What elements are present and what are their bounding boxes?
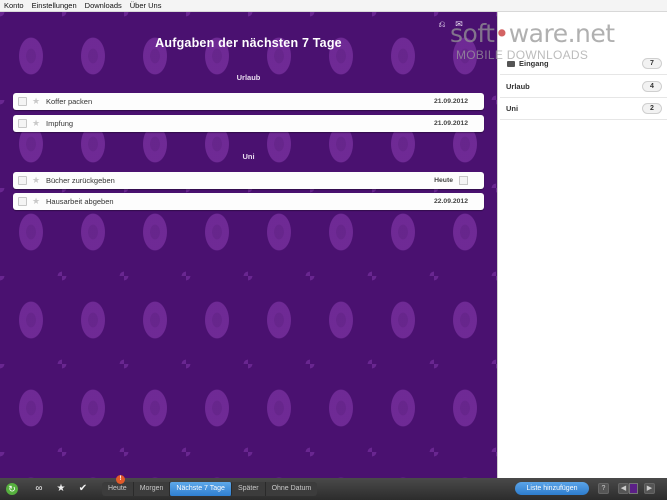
task-row[interactable]: ★ Hausarbeit abgeben 22.09.2012 [13, 193, 484, 210]
tab-ohne-datum[interactable]: Ohne Datum [266, 482, 318, 496]
menu-einstellungen[interactable]: Einstellungen [32, 1, 77, 10]
tab-heute[interactable]: Heute! [102, 475, 134, 496]
watermark-logo: soft•ware.net MOBILE DOWNLOADS [450, 20, 665, 70]
link-icon[interactable]: ∞ [32, 483, 46, 495]
sidebar-item-uni[interactable]: Uni 2 [500, 98, 667, 120]
tab-morgen[interactable]: Morgen [134, 482, 171, 496]
check-icon[interactable]: ✔ [76, 483, 90, 495]
bottom-toolbar: ↻ ∞ ★ ✔ Heute! Morgen Nächste 7 Tage Spä… [0, 475, 667, 500]
tab-spaeter[interactable]: Später [232, 482, 266, 496]
page-title: Aufgaben der nächsten 7 Tage [155, 36, 342, 50]
logo-dot: • [494, 19, 509, 48]
star-icon[interactable]: ★ [32, 176, 41, 185]
logo-text-left: soft [450, 19, 495, 48]
date-filter-tabs: Heute! Morgen Nächste 7 Tage Später Ohne… [102, 475, 318, 496]
task-title[interactable]: Bücher zurückgeben [46, 176, 434, 185]
sidebar-item-label: Urlaub [506, 82, 530, 91]
help-button[interactable]: ? [598, 483, 609, 494]
sync-icon[interactable]: ↻ [6, 483, 18, 495]
task-checkbox[interactable] [18, 97, 27, 106]
menu-downloads[interactable]: Downloads [85, 1, 122, 10]
star-icon[interactable]: ★ [32, 197, 41, 206]
section-title-uni: Uni [242, 152, 255, 161]
background-color-swatch[interactable] [629, 483, 638, 494]
menu-bar: Konto Einstellungen Downloads Über Uns [0, 0, 667, 12]
task-date: 21.09.2012 [433, 98, 468, 105]
tab-label: Heute [108, 485, 127, 492]
arrow-right-icon[interactable]: ▶ [644, 483, 655, 494]
logo-subtitle: MOBILE DOWNLOADS [456, 48, 589, 62]
task-date: 21.09.2012 [433, 120, 468, 127]
sidebar-item-urlaub[interactable]: Urlaub 4 [500, 76, 667, 98]
task-title[interactable]: Impfung [46, 119, 434, 128]
star-filter-icon[interactable]: ★ [54, 483, 68, 495]
task-row[interactable]: ★ Bücher zurückgeben Heute [13, 172, 484, 189]
task-area: ⎌ ✉ Aufgaben der nächsten 7 Tage Urlaub … [0, 12, 497, 478]
star-icon[interactable]: ★ [32, 97, 41, 106]
tab-naechste-7-tage[interactable]: Nächste 7 Tage [170, 482, 232, 496]
section-title-urlaub: Urlaub [236, 73, 261, 82]
task-date: 22.09.2012 [433, 198, 468, 205]
task-row[interactable]: ★ Impfung 21.09.2012 [13, 115, 484, 132]
count-badge: 2 [642, 103, 662, 114]
task-date: Heute [434, 177, 453, 184]
task-title[interactable]: Hausarbeit abgeben [46, 197, 434, 206]
count-badge: 4 [642, 81, 662, 92]
star-icon[interactable]: ★ [32, 119, 41, 128]
logo-text-right: ware.net [508, 19, 615, 48]
note-icon[interactable] [459, 176, 468, 185]
alert-badge: ! [116, 475, 125, 484]
task-checkbox[interactable] [18, 197, 27, 206]
task-checkbox[interactable] [18, 119, 27, 128]
add-list-button[interactable]: Liste hinzufügen [515, 482, 589, 495]
task-checkbox[interactable] [18, 176, 27, 185]
menu-konto[interactable]: Konto [4, 1, 24, 10]
menu-ueber-uns[interactable]: Über Uns [130, 1, 162, 10]
arrow-left-icon[interactable]: ◀ [618, 483, 629, 494]
print-icon[interactable]: ⎌ [437, 20, 447, 29]
task-row[interactable]: ★ Koffer packen 21.09.2012 [13, 93, 484, 110]
task-title[interactable]: Koffer packen [46, 97, 434, 106]
sidebar-item-label: Uni [506, 104, 519, 113]
